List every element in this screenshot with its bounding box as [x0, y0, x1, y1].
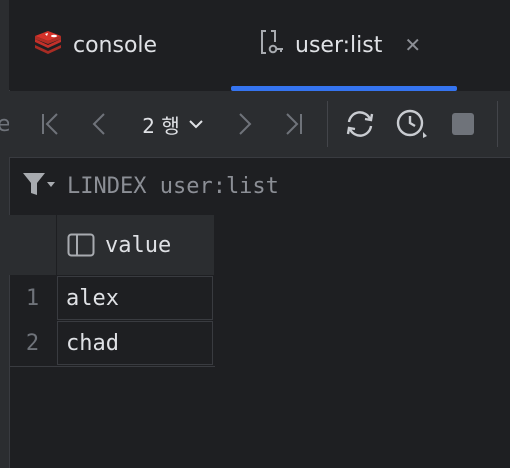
toolbar-separator	[327, 101, 328, 147]
auto-refresh-clock-icon[interactable]	[394, 91, 430, 157]
tab-console[interactable]: console	[33, 0, 157, 90]
tab-console-label: console	[73, 32, 158, 58]
table-cell[interactable]: alex	[57, 276, 213, 320]
refresh-icon[interactable]	[342, 91, 378, 157]
row-number-header	[9, 215, 56, 275]
redis-icon	[33, 30, 63, 60]
tab-user-list[interactable]: user:list ✕	[259, 0, 421, 90]
previous-page-icon[interactable]	[87, 91, 111, 157]
table-cell[interactable]: chad	[57, 321, 213, 365]
last-page-icon[interactable]	[279, 91, 309, 157]
column-header-value[interactable]: value	[57, 215, 214, 275]
filter-icon[interactable]	[21, 171, 55, 201]
column-header-label: value	[105, 232, 172, 258]
toolbar-separator	[497, 101, 498, 147]
editor-tab-bar: console user:list ✕	[9, 0, 510, 91]
query-filter-bar[interactable]: LINDEX user:list	[9, 158, 510, 214]
first-page-icon[interactable]	[35, 91, 65, 157]
tab-user-list-label: user:list	[295, 32, 383, 58]
row-count-dropdown[interactable]: 2 행	[133, 91, 213, 157]
key-list-icon	[259, 29, 285, 61]
row-count-label: 2 행	[142, 113, 180, 138]
next-page-icon[interactable]	[233, 91, 257, 157]
column-icon	[67, 233, 95, 257]
row-number: 1	[25, 286, 40, 311]
grid-bottom-line	[9, 366, 215, 367]
chevron-down-icon	[189, 120, 203, 129]
query-text: LINDEX user:list	[67, 173, 279, 199]
table-row[interactable]: 1 alex	[9, 276, 215, 321]
table-row[interactable]: 2 chad	[9, 321, 215, 366]
results-toolbar: 2 행	[9, 91, 510, 158]
close-tab-icon[interactable]: ✕	[404, 33, 421, 57]
stop-icon[interactable]	[447, 91, 479, 157]
row-number: 2	[25, 331, 40, 356]
